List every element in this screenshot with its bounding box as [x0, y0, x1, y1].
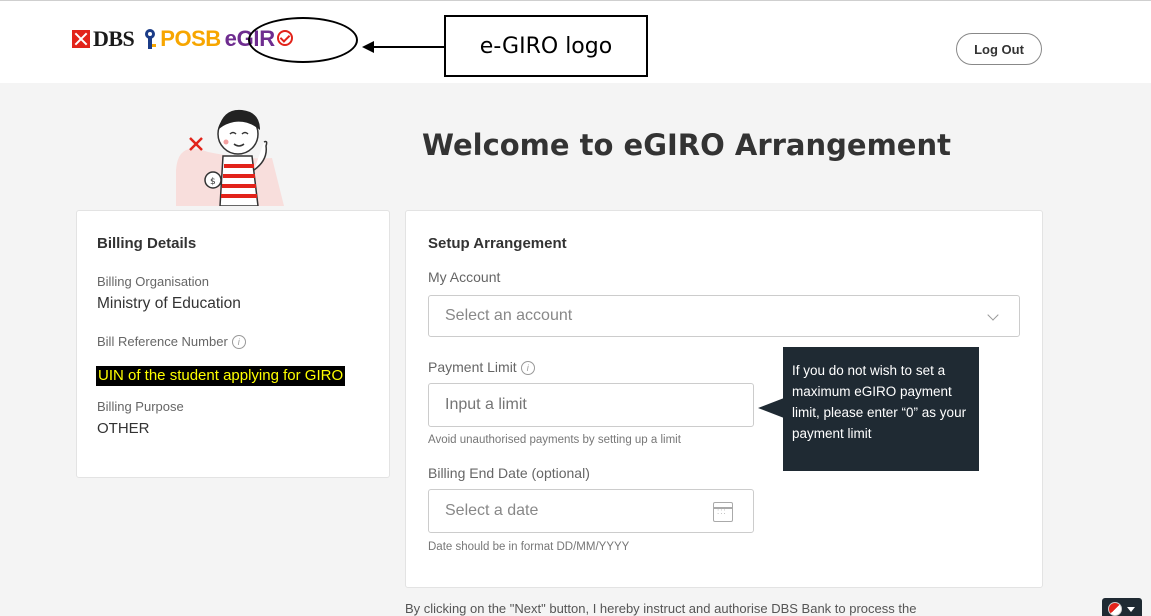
- mascot-illustration: $: [176, 109, 284, 206]
- billing-details-card: Billing Details Billing Organisation Min…: [76, 210, 390, 478]
- dbs-logo-text: DBS: [93, 26, 135, 51]
- language-selector[interactable]: [1102, 598, 1142, 616]
- billing-purpose-value: OTHER: [97, 420, 150, 437]
- payment-limit-tooltip: If you do not wish to set a maximum eGIR…: [783, 347, 979, 471]
- authorisation-text: By clicking on the "Next" button, I here…: [405, 601, 917, 616]
- billing-organisation-label: Billing Organisation: [97, 274, 210, 289]
- tooltip-pointer: [758, 398, 784, 418]
- end-date-placeholder: Select a date: [445, 502, 539, 519]
- posb-logo-text: POSB: [160, 26, 221, 51]
- payment-limit-input[interactable]: [428, 383, 754, 427]
- account-select-placeholder: Select an account: [445, 307, 573, 324]
- chevron-down-icon: [987, 309, 999, 321]
- page-title: Welcome to eGIRO Arrangement: [422, 128, 951, 162]
- account-select[interactable]: Select an account: [428, 295, 1020, 337]
- setup-arrangement-heading: Setup Arrangement: [428, 235, 567, 252]
- bill-reference-label: Bill Reference Number i: [97, 334, 246, 349]
- posb-key-icon: [142, 28, 158, 50]
- dbs-logo-icon: [72, 30, 90, 48]
- annotation-arrow-line: [372, 46, 444, 48]
- header: DBS POSB eGIR e-GIRO logo Log Out: [0, 0, 1151, 83]
- billing-purpose-label: Billing Purpose: [97, 399, 184, 414]
- my-account-label: My Account: [428, 269, 501, 285]
- payment-limit-label: Payment Limit i: [428, 359, 535, 375]
- annotation-callout: e-GIRO logo: [444, 15, 648, 77]
- billing-end-date-label: Billing End Date (optional): [428, 465, 590, 481]
- language-flag-icon: [1108, 602, 1122, 616]
- caret-down-icon: [1127, 607, 1135, 612]
- info-icon[interactable]: i: [520, 361, 535, 375]
- billing-details-heading: Billing Details: [97, 235, 197, 252]
- brand-logos: DBS POSB eGIR: [72, 17, 358, 63]
- logout-button[interactable]: Log Out: [956, 33, 1042, 65]
- info-icon[interactable]: i: [231, 335, 246, 349]
- bill-reference-highlight: UIN of the student applying for GIRO: [96, 366, 346, 386]
- billing-end-date-input[interactable]: Select a date: [428, 489, 754, 533]
- svg-text:$: $: [210, 177, 216, 187]
- annotation-circle: [248, 17, 358, 63]
- payment-limit-hint: Avoid unauthorised payments by setting u…: [428, 434, 681, 446]
- date-format-hint: Date should be in format DD/MM/YYYY: [428, 541, 630, 553]
- calendar-icon[interactable]: [713, 502, 733, 522]
- billing-organisation-value: Ministry of Education: [97, 295, 241, 312]
